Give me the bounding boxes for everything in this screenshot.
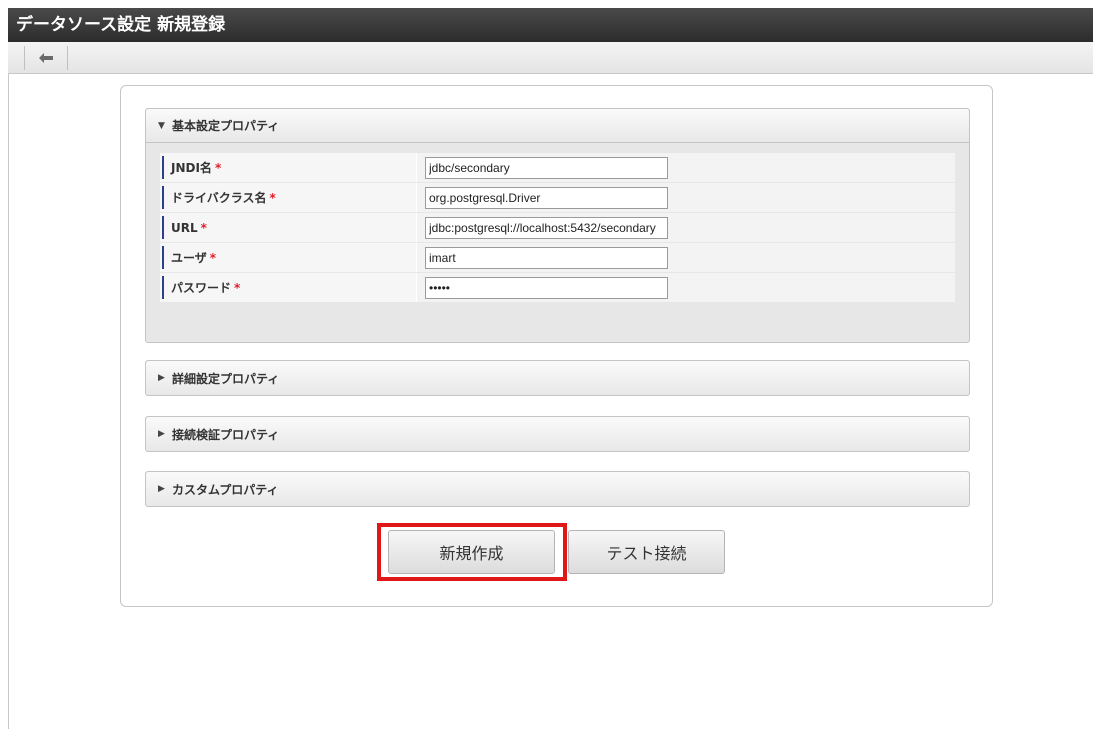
form-panel: ▼ 基本設定プロパティ JNDI名 * ドライバクラス名 * bbox=[120, 85, 993, 607]
arrow-left-icon bbox=[39, 53, 53, 63]
field-row-user: ユーザ * bbox=[160, 243, 955, 272]
section-detail-header[interactable]: ▶ 詳細設定プロパティ bbox=[146, 361, 969, 395]
required-mark: * bbox=[234, 280, 241, 295]
back-button[interactable] bbox=[24, 46, 68, 70]
required-mark: * bbox=[200, 220, 207, 235]
driver-class-input[interactable] bbox=[425, 186, 668, 209]
create-button[interactable]: 新規作成 bbox=[388, 530, 555, 574]
password-input[interactable] bbox=[425, 276, 668, 299]
required-mark: * bbox=[214, 160, 222, 175]
caret-down-icon: ▼ bbox=[158, 120, 165, 131]
section-validation[interactable]: ▶ 接続検証プロパティ bbox=[145, 416, 970, 452]
section-custom-title: カスタムプロパティ bbox=[172, 482, 279, 497]
section-custom-header[interactable]: ▶ カスタムプロパティ bbox=[146, 472, 969, 506]
field-row-url: URL * bbox=[160, 213, 955, 242]
required-mark: * bbox=[269, 190, 276, 205]
test-connection-button[interactable]: テスト接続 bbox=[568, 530, 725, 574]
section-basic: ▼ 基本設定プロパティ JNDI名 * ドライバクラス名 * bbox=[145, 108, 970, 343]
field-row-jndi: JNDI名 * bbox=[160, 153, 955, 182]
page-title: データソース設定 新規登録 bbox=[8, 8, 1093, 42]
field-label-jndi: JNDI名 bbox=[171, 161, 212, 175]
field-row-password: パスワード * bbox=[160, 273, 955, 302]
field-label-driver: ドライバクラス名 bbox=[171, 191, 267, 205]
section-basic-header[interactable]: ▼ 基本設定プロパティ bbox=[146, 109, 969, 143]
required-mark: * bbox=[209, 250, 217, 265]
section-validation-title: 接続検証プロパティ bbox=[172, 427, 280, 442]
user-input[interactable] bbox=[425, 246, 668, 269]
section-detail[interactable]: ▶ 詳細設定プロパティ bbox=[145, 360, 970, 396]
url-input[interactable] bbox=[425, 216, 668, 239]
jndi-input[interactable] bbox=[425, 156, 668, 179]
section-custom[interactable]: ▶ カスタムプロパティ bbox=[145, 471, 970, 507]
field-row-driver: ドライバクラス名 * bbox=[160, 183, 955, 212]
toolbar bbox=[8, 42, 1093, 74]
section-basic-title: 基本設定プロパティ bbox=[172, 119, 280, 133]
field-label-password: パスワード bbox=[171, 281, 232, 295]
section-validation-header[interactable]: ▶ 接続検証プロパティ bbox=[146, 417, 969, 451]
caret-right-icon: ▶ bbox=[158, 484, 165, 494]
section-detail-title: 詳細設定プロパティ bbox=[172, 371, 280, 386]
caret-right-icon: ▶ bbox=[158, 429, 165, 439]
left-divider bbox=[8, 74, 9, 729]
caret-right-icon: ▶ bbox=[158, 373, 165, 383]
field-label-url: URL bbox=[171, 220, 198, 235]
field-label-user: ユーザ bbox=[171, 251, 207, 265]
